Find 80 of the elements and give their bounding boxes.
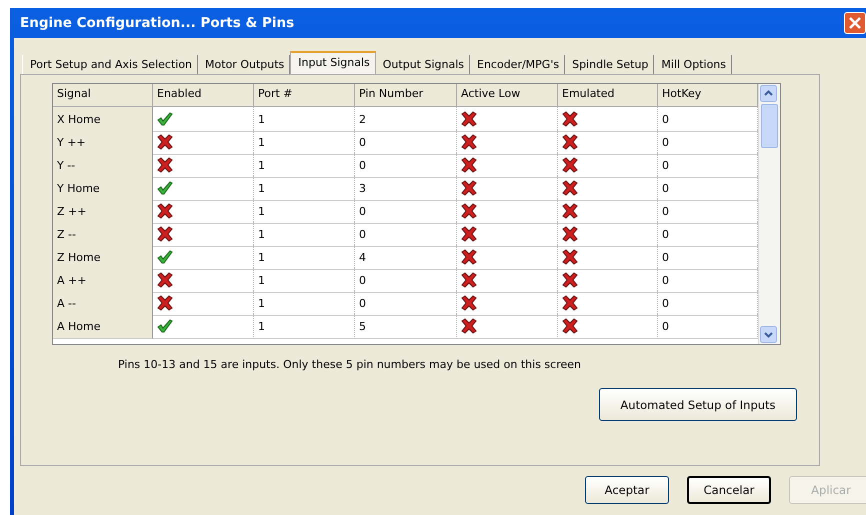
cross-icon[interactable]	[461, 249, 477, 265]
table-cell: 0	[355, 222, 457, 247]
cross-icon[interactable]	[461, 203, 477, 219]
table-cell: 0	[355, 153, 457, 178]
table-cell: 1	[254, 291, 355, 316]
cross-icon[interactable]	[461, 295, 477, 311]
table-cell: Z ++	[53, 199, 153, 224]
table-cell: Y --	[53, 153, 153, 178]
cross-icon[interactable]	[562, 272, 578, 288]
cross-icon[interactable]	[562, 157, 578, 173]
table-cell: 3	[355, 176, 457, 201]
cross-icon[interactable]	[157, 226, 173, 242]
cross-icon[interactable]	[562, 111, 578, 127]
cross-icon[interactable]	[157, 295, 173, 311]
table-cell: 1	[254, 199, 355, 224]
cross-icon[interactable]	[157, 272, 173, 288]
cross-icon[interactable]	[461, 272, 477, 288]
cross-icon[interactable]	[562, 134, 578, 150]
table-cell: 1	[254, 245, 355, 270]
cross-icon[interactable]	[157, 134, 173, 150]
cross-icon[interactable]	[461, 111, 477, 127]
table-cell: A Home	[53, 314, 153, 339]
column-header: Enabled	[153, 84, 254, 107]
window-title: Engine Configuration... Ports & Pins	[20, 15, 294, 31]
dialog-button[interactable]: Cancelar	[687, 476, 771, 504]
scroll-down-icon[interactable]	[760, 326, 777, 343]
cross-icon[interactable]	[157, 157, 173, 173]
tab[interactable]: Input Signals	[290, 51, 376, 74]
cross-icon[interactable]	[562, 295, 578, 311]
table-cell: Z --	[53, 222, 153, 247]
table-cell: 0	[355, 291, 457, 316]
cross-icon[interactable]	[562, 249, 578, 265]
table-cell: X Home	[53, 107, 153, 132]
column-header: Port #	[254, 84, 355, 107]
scrollbar[interactable]	[758, 84, 780, 344]
cross-icon[interactable]	[461, 134, 477, 150]
checkmark-icon[interactable]	[157, 111, 173, 127]
checkmark-icon[interactable]	[157, 180, 173, 196]
table-cell: A --	[53, 291, 153, 316]
column-header: HotKey	[658, 84, 758, 107]
table-cell: 0	[355, 130, 457, 155]
checkmark-icon[interactable]	[157, 318, 173, 334]
table-cell: Y ++	[53, 130, 153, 155]
column-header: Pin Number	[355, 84, 457, 107]
table-cell: Z Home	[53, 245, 153, 270]
scroll-up-icon[interactable]	[760, 85, 777, 102]
dialog-button[interactable]: Aceptar	[585, 476, 669, 504]
table-cell: 2	[355, 107, 457, 132]
close-icon	[848, 16, 862, 30]
cross-icon[interactable]	[461, 318, 477, 334]
table-cell: 1	[254, 176, 355, 201]
cross-icon[interactable]	[461, 157, 477, 173]
cross-icon[interactable]	[461, 226, 477, 242]
info-text: Pins 10-13 and 15 are inputs. Only these 5 pin numbers may be used on this screen	[118, 358, 582, 371]
column-header: Signal	[53, 84, 153, 107]
checkmark-icon[interactable]	[157, 249, 173, 265]
table-cell: A ++	[53, 268, 153, 293]
table-cell: 1	[254, 314, 355, 339]
column-header: Active Low	[457, 84, 558, 107]
table-cell: 1	[254, 222, 355, 247]
tab[interactable]: Port Setup and Axis Selection	[22, 55, 198, 74]
table-cell: 0	[355, 268, 457, 293]
scroll-thumb[interactable]	[761, 104, 778, 148]
table-cell: 5	[355, 314, 457, 339]
table-cell: Y Home	[53, 176, 153, 201]
cross-icon[interactable]	[562, 318, 578, 334]
table-cell: 4	[355, 245, 457, 270]
cross-icon[interactable]	[562, 203, 578, 219]
cross-icon[interactable]	[461, 180, 477, 196]
cross-icon[interactable]	[562, 180, 578, 196]
cross-icon[interactable]	[562, 226, 578, 242]
column-header: Emulated	[558, 84, 658, 107]
table-cell: 1	[254, 153, 355, 178]
automated-setup-button[interactable]: Automated Setup of Inputs	[599, 388, 797, 421]
table-cell: 1	[254, 130, 355, 155]
table-cell: 1	[254, 268, 355, 293]
table-cell: 1	[254, 107, 355, 132]
close-button[interactable]	[844, 12, 866, 34]
cross-icon[interactable]	[157, 203, 173, 219]
table-cell: 0	[355, 199, 457, 224]
